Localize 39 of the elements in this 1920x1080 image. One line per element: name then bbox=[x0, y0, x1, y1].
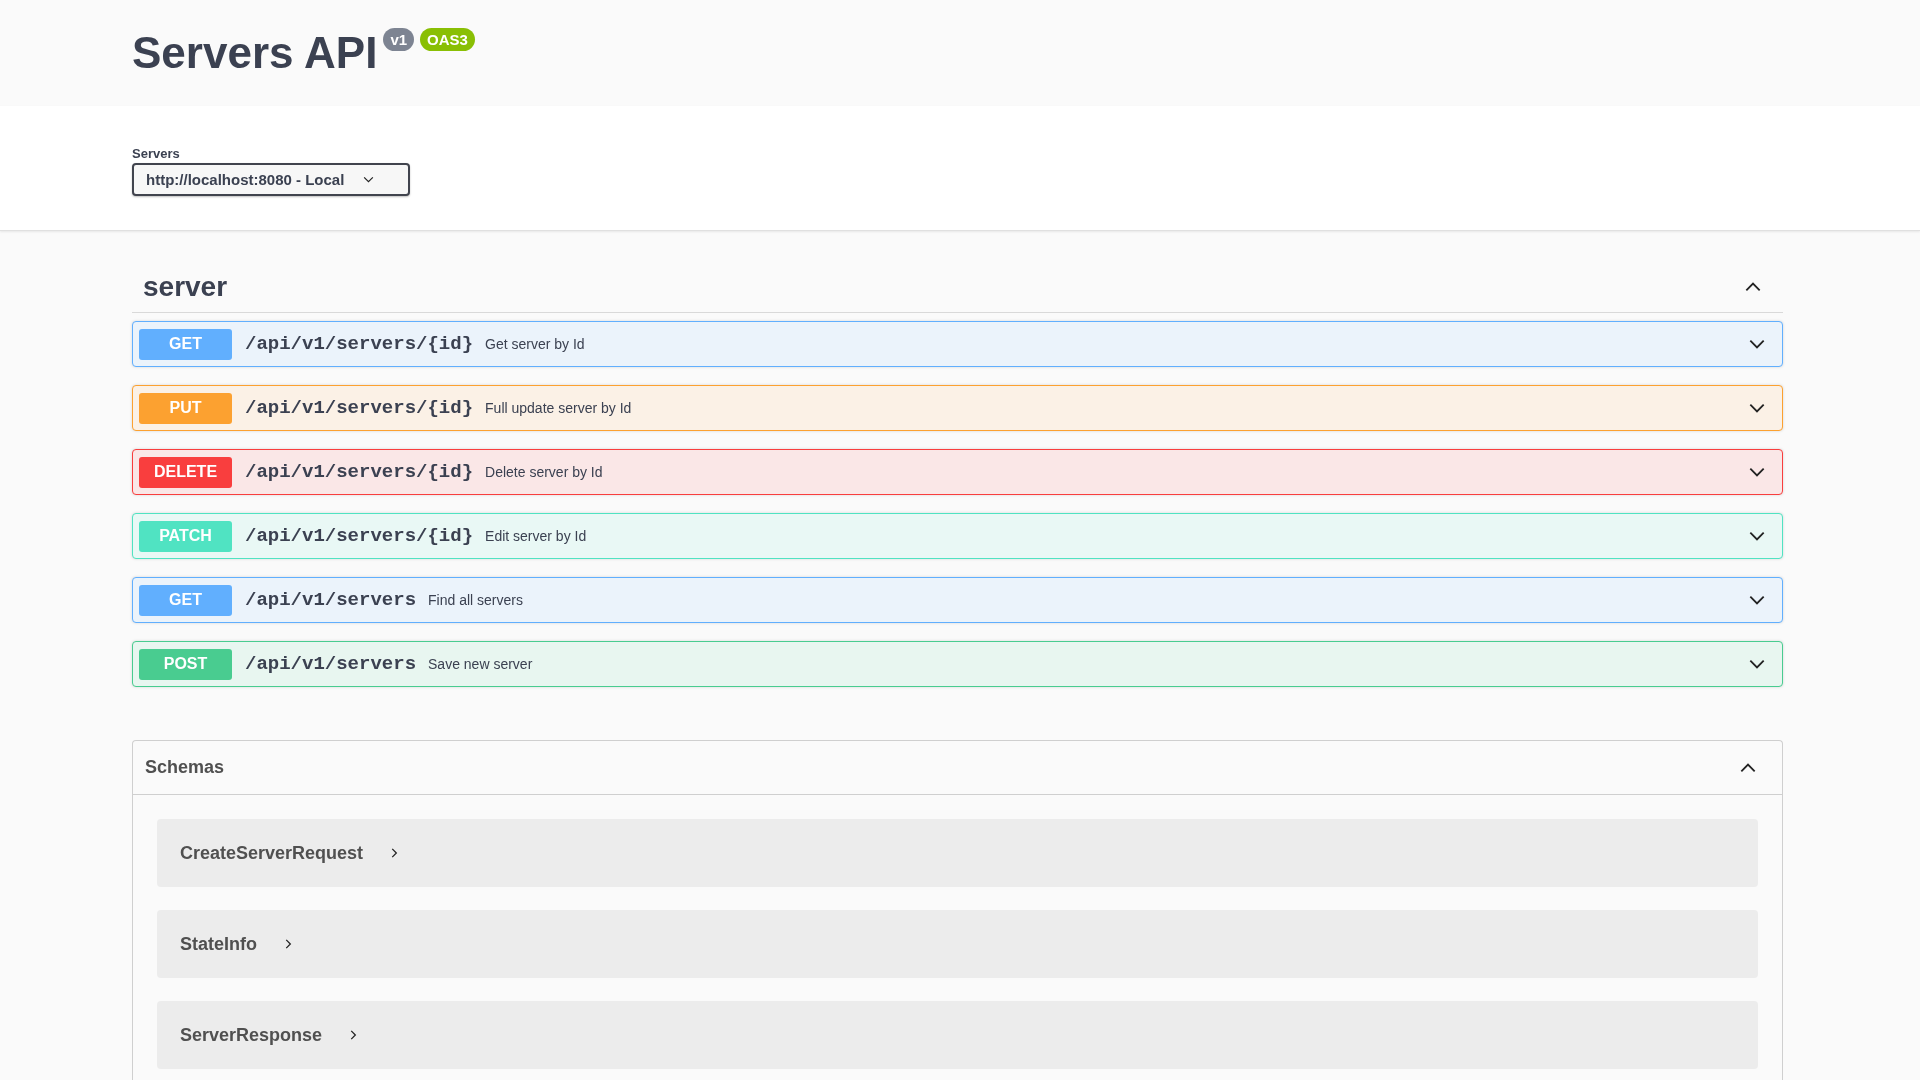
schema-name: CreateServerRequest bbox=[180, 842, 364, 864]
operation-row[interactable]: POST /api/v1/servers Save new server bbox=[132, 641, 1783, 687]
schema-item[interactable]: CreateServerRequest bbox=[157, 819, 1758, 887]
endpoint-summary: Edit server by Id bbox=[485, 528, 588, 544]
schemas-header[interactable]: Schemas bbox=[133, 741, 1782, 795]
schema-item[interactable]: StateInfo bbox=[157, 910, 1758, 978]
api-title-text: Servers API bbox=[132, 28, 378, 78]
endpoint-path: /api/v1/servers bbox=[245, 653, 417, 675]
method-badge: DELETE bbox=[139, 456, 232, 488]
method-badge: PUT bbox=[139, 392, 232, 424]
version-badge: v1 bbox=[383, 28, 415, 51]
endpoint-summary: Full update server by Id bbox=[485, 400, 633, 416]
endpoint-summary: Find all servers bbox=[428, 592, 524, 608]
schema-item[interactable]: ServerResponse bbox=[157, 1001, 1758, 1069]
operation-row[interactable]: GET /api/v1/servers/{id} Get server by Id bbox=[132, 321, 1783, 367]
endpoint-path: /api/v1/servers/{id} bbox=[245, 397, 474, 419]
operation-row[interactable]: GET /api/v1/servers Find all servers bbox=[132, 577, 1783, 623]
schema-name: ServerResponse bbox=[180, 1024, 323, 1046]
endpoint-path: /api/v1/servers/{id} bbox=[245, 333, 474, 355]
endpoint-path: /api/v1/servers/{id} bbox=[245, 461, 474, 483]
operation-row[interactable]: DELETE /api/v1/servers/{id} Delete server by Id bbox=[132, 449, 1783, 495]
endpoint-path: /api/v1/servers bbox=[245, 589, 417, 611]
method-badge: GET bbox=[139, 328, 232, 360]
spec-badge: OAS3 bbox=[420, 28, 475, 51]
schemas-title: Schemas bbox=[145, 757, 225, 778]
method-badge: PATCH bbox=[139, 520, 232, 552]
method-badge: POST bbox=[139, 648, 232, 680]
operation-row[interactable]: PUT /api/v1/servers/{id} Full update server by Id bbox=[132, 385, 1783, 431]
servers-label: Servers bbox=[132, 146, 181, 161]
endpoint-summary: Get server by Id bbox=[485, 336, 586, 352]
tag-header[interactable]: server bbox=[132, 262, 1783, 313]
operation-row[interactable]: PATCH /api/v1/servers/{id} Edit server by Id bbox=[132, 513, 1783, 559]
endpoint-summary: Delete server by Id bbox=[485, 464, 604, 480]
method-badge: GET bbox=[139, 584, 232, 616]
tag-name: server bbox=[143, 271, 228, 303]
endpoint-path: /api/v1/servers/{id} bbox=[245, 525, 474, 547]
servers-select[interactable]: http://localhost:8080 - Local bbox=[132, 163, 410, 196]
schema-name: StateInfo bbox=[180, 933, 257, 955]
endpoint-summary: Save new server bbox=[428, 656, 534, 672]
